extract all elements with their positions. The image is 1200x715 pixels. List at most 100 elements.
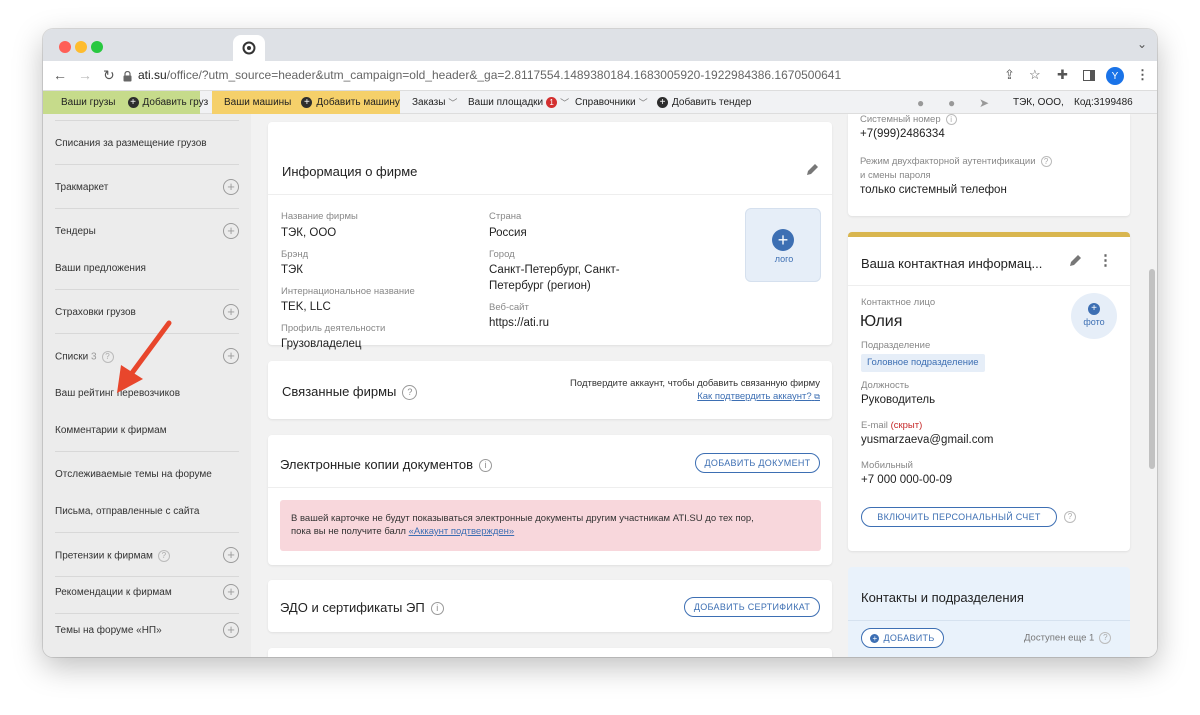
url-path: /office/?utm_source=header&utm_campaign=… (166, 68, 842, 82)
expand-plus-icon[interactable]: + (223, 547, 239, 563)
divider (55, 208, 239, 209)
units-available: Доступен еще 1? (1024, 632, 1112, 644)
help-icon[interactable]: ? (157, 550, 170, 562)
firm-name-value: ТЭК, ООО (281, 227, 337, 239)
firm-info-title: Информация о фирме (282, 164, 418, 179)
add-cargo-button[interactable]: + Добавить груз (127, 97, 208, 108)
rocket-icon[interactable]: ➤ (979, 91, 989, 114)
info-icon[interactable]: i (945, 114, 957, 125)
next-card (268, 648, 832, 657)
browser-menu-icon[interactable]: ⋮ (1136, 67, 1149, 83)
documents-alert: В вашей карточке не будут показываться э… (280, 500, 821, 551)
edo-title: ЭДО и сертификаты ЭП i (280, 600, 444, 616)
add-tender-button[interactable]: + Добавить тендер (657, 91, 751, 114)
back-arrow-icon[interactable]: ← (53, 67, 67, 83)
expand-plus-icon[interactable]: + (223, 223, 239, 239)
sidebar-item-cargo-fees[interactable]: Списания за размещение грузов (55, 138, 207, 149)
divider (268, 194, 832, 195)
reload-icon[interactable]: ↻ (103, 67, 115, 83)
add-truck-label: Добавить машину (316, 97, 400, 108)
expand-plus-icon[interactable]: + (223, 622, 239, 638)
account-confirmed-link[interactable]: «Аккаунт подтвержден» (409, 526, 515, 537)
logo-upload[interactable]: + лого (745, 208, 821, 282)
divider (55, 613, 239, 614)
address-bar: ← → ↻ ati.su/office/?utm_source=header&u… (43, 61, 1157, 91)
sidebar-item-offers[interactable]: Ваши предложения (55, 263, 146, 274)
sidebar-item-letters[interactable]: Письма, отправленные с сайта (55, 506, 199, 517)
linked-firms-card: Связанные фирмы? Подтвердите аккаунт, чт… (268, 361, 832, 419)
enable-personal-account-button[interactable]: ВКЛЮЧИТЬ ПЕРСОНАЛЬНЫЙ СЧЕТ (861, 507, 1057, 527)
company-code: Код:3199486 (1074, 97, 1133, 108)
how-to-confirm-link[interactable]: Как подтвердить аккаунт? ⧉ (697, 391, 820, 402)
edit-pencil-icon[interactable] (805, 162, 820, 177)
sidebar-item-insurance[interactable]: Страховки грузов (55, 307, 136, 318)
add-certificate-button[interactable]: ДОБАВИТЬ СЕРТИФИКАТ (684, 597, 820, 617)
help-icon[interactable]: ? (1064, 511, 1076, 523)
add-document-button[interactable]: ДОБАВИТЬ ДОКУМЕНТ (695, 453, 820, 473)
add-unit-button[interactable]: + ДОБАВИТЬ (861, 628, 944, 648)
share-icon[interactable]: ⇪ (1004, 67, 1015, 83)
contact-info-card: Ваша контактная информац... ⋮ Контактное… (848, 232, 1130, 551)
orders-label: Заказы (412, 97, 446, 108)
position-label: Должность (861, 380, 910, 391)
company-name[interactable]: ТЭК, ООО, (1013, 91, 1064, 114)
minimize-window-button[interactable] (75, 41, 87, 53)
system-number-label: Системный номер i (860, 114, 957, 125)
profile-avatar[interactable]: Y (1106, 67, 1124, 85)
website-value[interactable]: https://ati.ru (489, 317, 549, 329)
city-value-line2: Петербург (регион) (489, 280, 591, 292)
firm-name-label: Название фирмы (281, 211, 358, 222)
menu-orders[interactable]: Заказы ﹀ (412, 91, 457, 114)
sidebar-item-np-forum[interactable]: Темы на форуме «НП» (55, 625, 162, 636)
side-panel-icon[interactable] (1083, 70, 1095, 81)
sidebar-item-tenders[interactable]: Тендеры (55, 226, 96, 237)
extensions-puzzle-icon[interactable]: ✚ (1057, 67, 1068, 83)
sidebar-item-recommendations[interactable]: Рекомендации к фирмам (55, 587, 172, 598)
twofa-label-text: Режим двухфакторной аутентификации (860, 156, 1036, 168)
info-icon[interactable]: i (430, 602, 444, 616)
more-options-icon[interactable]: ⋮ (1098, 251, 1113, 269)
menu-platforms[interactable]: Ваши площадки 1 ﹀ (468, 91, 569, 114)
add-truck-button[interactable]: + Добавить машину (301, 97, 400, 108)
expand-plus-icon[interactable]: + (223, 348, 239, 364)
maximize-window-button[interactable] (91, 41, 103, 53)
info-icon[interactable]: i (479, 459, 493, 473)
expand-plus-icon[interactable]: + (223, 584, 239, 600)
bookmark-star-icon[interactable]: ☆ (1029, 67, 1041, 83)
expand-plus-icon[interactable]: + (223, 179, 239, 195)
help-icon[interactable]: ? (1040, 156, 1052, 167)
chat-icon[interactable]: ● (948, 91, 955, 114)
help-icon[interactable]: ? (1099, 632, 1112, 644)
sidebar-item-forum-topics[interactable]: Отслеживаемые темы на форуме (55, 469, 212, 480)
help-icon[interactable]: ? (402, 385, 418, 401)
close-window-button[interactable] (59, 41, 71, 53)
divider (848, 620, 1130, 621)
how-to-confirm-text: Как подтвердить аккаунт? (697, 391, 812, 402)
scrollbar-track[interactable] (1147, 114, 1157, 657)
expand-plus-icon[interactable]: + (223, 304, 239, 320)
edit-pencil-icon[interactable] (1068, 253, 1083, 268)
documents-title-text: Электронные копии документов (280, 457, 474, 472)
lock-icon[interactable] (123, 71, 132, 82)
sidebar-item-truckmarket[interactable]: Тракмаркет (55, 182, 108, 193)
menu-your-cargo[interactable]: Ваши грузы (61, 97, 116, 108)
browser-tab[interactable] (233, 35, 265, 61)
intl-name-label: Интернациональное название (281, 286, 415, 297)
linked-firms-title: Связанные фирмы? (282, 384, 418, 401)
logo-label: лого (774, 254, 794, 264)
annotation-arrow (117, 320, 172, 393)
tab-list-chevron-icon[interactable]: ⌄ (1137, 37, 1147, 51)
browser-window: ⌄ ← → ↻ ati.su/office/?utm_source=header… (43, 29, 1157, 657)
contacts-units-title: Контакты и подразделения (861, 590, 1024, 605)
user-search-icon[interactable]: ● (917, 91, 924, 114)
sidebar-item-comments[interactable]: Комментарии к фирмам (55, 425, 167, 436)
menu-your-trucks[interactable]: Ваши машины (224, 97, 291, 108)
menu-references[interactable]: Справочники ﹀ (575, 91, 648, 114)
sidebar-item-claims[interactable]: Претензии к фирмам? (55, 550, 170, 562)
forward-arrow-icon[interactable]: → (78, 67, 92, 83)
plus-icon: + (870, 633, 880, 643)
url-field[interactable]: ati.su/office/?utm_source=header&utm_cam… (138, 68, 841, 82)
scrollbar-thumb[interactable] (1149, 269, 1155, 469)
photo-upload[interactable]: + фото (1071, 293, 1117, 339)
chevron-down-icon: ﹀ (638, 98, 648, 108)
